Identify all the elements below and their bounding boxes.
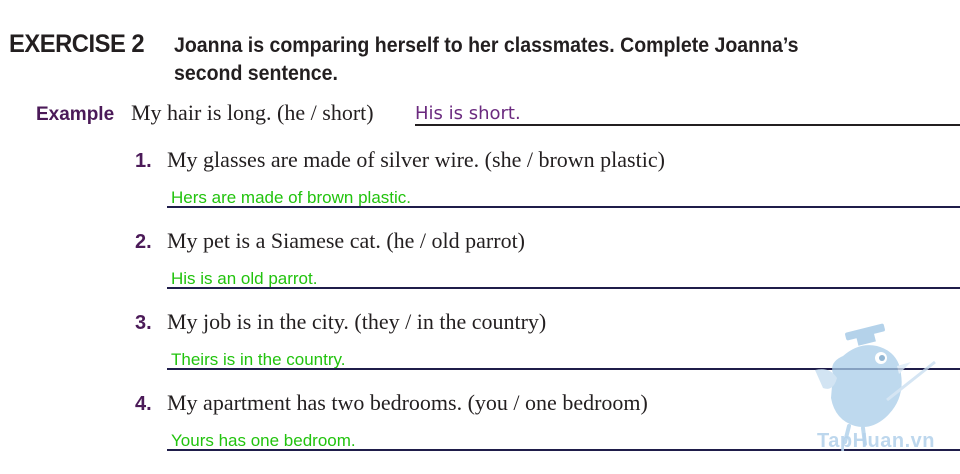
item-answer-field[interactable]: Yours has one bedroom. [171, 431, 356, 451]
item-number: 1. [135, 150, 152, 172]
item-answer-line [167, 287, 960, 289]
item-number: 3. [135, 312, 152, 334]
exercise-label: EXERCISE 2 [9, 30, 145, 58]
item-answer-field[interactable]: His is an old parrot. [171, 269, 317, 289]
example-label: Example [36, 104, 115, 125]
item-number: 2. [135, 231, 152, 253]
item-answer-field[interactable]: Theirs is in the country. [171, 350, 345, 370]
example-answer-line [415, 124, 960, 126]
item-sentence: My job is in the city. (they / in the co… [167, 309, 547, 334]
watermark-text: TapHuan.vn [817, 430, 935, 452]
item-sentence: My apartment has two bedrooms. (you / on… [167, 390, 648, 415]
example-sentence: My hair is long. (he / short) [131, 100, 374, 125]
item-answer-field[interactable]: Hers are made of brown plastic. [171, 188, 411, 208]
example-row: Example My hair is long. (he / short) Hi… [36, 100, 960, 130]
item-number: 4. [135, 393, 152, 415]
exercise-item-1: 1. My glasses are made of silver wire. (… [0, 147, 960, 230]
example-answer: His is short. [415, 103, 521, 124]
item-sentence: My pet is a Siamese cat. (he / old parro… [167, 228, 526, 253]
exercise-instructions: Joanna is comparing herself to her class… [174, 34, 799, 85]
item-answer-line [167, 206, 960, 208]
exercise-item-2: 2. My pet is a Siamese cat. (he / old pa… [0, 228, 960, 311]
item-sentence: My glasses are made of silver wire. (she… [167, 147, 665, 172]
